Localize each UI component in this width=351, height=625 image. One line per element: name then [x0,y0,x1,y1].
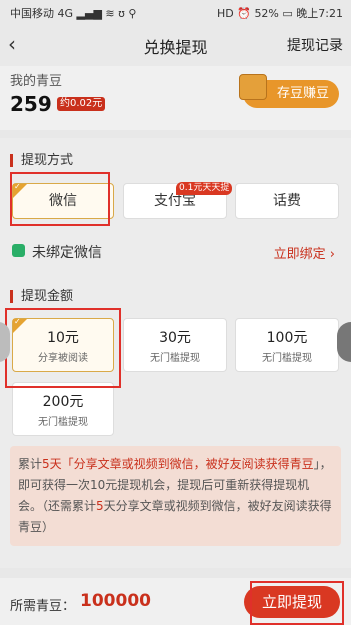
amount-value: 100元 [266,330,308,346]
withdraw-amount-title: 提现金额 [10,290,73,303]
bind-status-text: 未绑定微信 [32,245,102,261]
balance-approx-badge: 约0.02元 [57,97,106,111]
amount-value: 200元 [42,394,84,410]
method-option-label: 支付宝 [154,193,196,209]
floating-side-handle[interactable] [337,322,351,362]
amount-value: 30元 [159,330,191,346]
method-option-label: 话费 [273,193,301,209]
nav-bar: ‹ 兑换提现 提现记录 [0,24,351,66]
status-time: 晚上7:21 [296,7,343,20]
bind-now-link[interactable]: 立即绑定 › [274,243,335,262]
battery-icon: ▭ [282,7,293,20]
withdraw-history-link[interactable]: 提现记录 [287,35,343,55]
highlight-box-submit [250,581,344,625]
highlight-box-method [10,172,110,226]
battery-percent: 52% [254,7,279,20]
signal-icons: 4G ▂▄▆ ≋ ʊ ⚲ [57,7,137,20]
amount-condition: 无门槛提现 [38,417,88,428]
carrier-label: 中国移动 [10,7,54,20]
withdraw-method-title: 提现方式 [10,154,73,167]
highlight-box-amount [5,308,121,388]
status-right: HD ⏰ 52% ▭ 晚上7:21 [217,5,343,21]
method-phone-credit-option[interactable]: 话费 [235,183,339,219]
amount-condition: 无门槛提现 [262,353,312,364]
alipay-promo-badge: 0.1元天天提 [176,182,233,195]
beans-bag-icon [239,74,267,100]
balance-label: 我的青豆 [10,74,63,89]
amount-option-30[interactable]: 30元 无门槛提现 [123,318,227,372]
alarm-icon: ⏰ [237,7,251,20]
status-left: 中国移动 4G ▂▄▆ ≋ ʊ ⚲ [10,5,136,21]
bind-wechat-row[interactable]: 未绑定微信 立即绑定 › [0,233,351,269]
notice-days: 5天「 [42,457,74,471]
notice-task: 分享文章或视频到微信，被好友阅读获得青豆 [73,457,314,471]
bottom-bar: 所需青豆： 100000 立即提现 [0,578,351,625]
balance-panel: 我的青豆 259 约0.02元 存豆赚豆 [0,66,351,130]
amount-option-200[interactable]: 200元 无门槛提现 [12,382,114,436]
amount-option-100[interactable]: 100元 无门槛提现 [235,318,339,372]
status-bar: 中国移动 4G ▂▄▆ ≋ ʊ ⚲ HD ⏰ 52% ▭ 晚上7:21 [0,0,351,24]
wechat-icon [12,244,25,257]
amount-condition: 无门槛提现 [150,353,200,364]
balance-value: 259 [10,92,52,116]
hd-icon: HD [216,7,234,20]
required-beans-value: 100000 [80,591,151,611]
notice-text: 累计 [18,457,43,471]
required-beans-label: 所需青豆： [10,599,76,614]
notice-remaining-days: 5 [96,499,104,513]
withdraw-rule-notice: 累计5天「分享文章或视频到微信，被好友阅读获得青豆」，即可获得一次10元提现机会… [10,446,341,546]
